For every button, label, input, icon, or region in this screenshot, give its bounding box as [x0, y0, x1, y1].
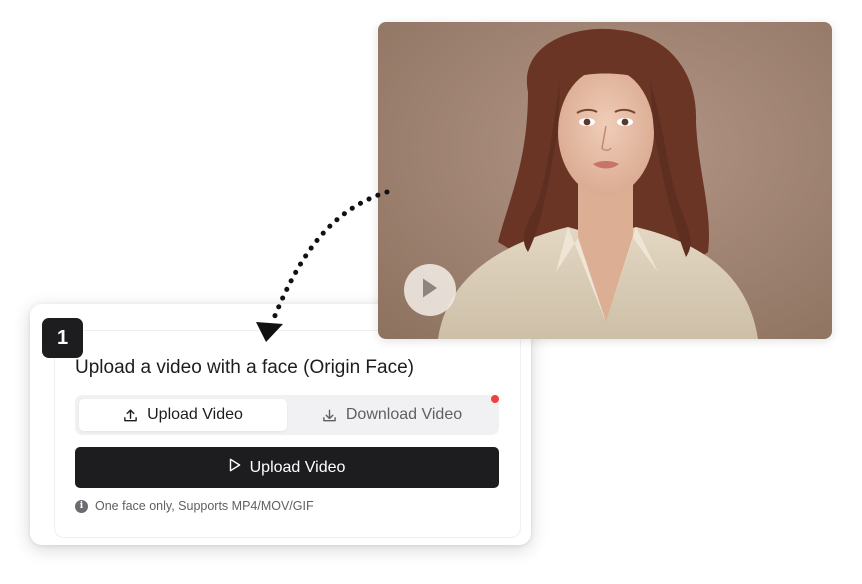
card-title: Upload a video with a face (Origin Face) — [75, 357, 414, 378]
stage: 1 Upload a video with a face (Origin Fac… — [0, 0, 862, 584]
step-badge: 1 — [42, 318, 83, 358]
video-preview[interactable] — [378, 22, 832, 339]
source-tabs: Upload Video Download Video — [75, 395, 499, 435]
play-button[interactable] — [404, 264, 456, 316]
hint-text: One face only, Supports MP4/MOV/GIF — [95, 499, 314, 513]
tab-upload-video[interactable]: Upload Video — [79, 399, 287, 431]
tab-download-video-label: Download Video — [345, 406, 463, 423]
play-icon — [421, 277, 439, 304]
notification-dot — [491, 395, 499, 403]
upload-video-button-label: Upload Video — [249, 458, 346, 476]
step-number: 1 — [56, 326, 69, 349]
info-icon: i — [75, 499, 88, 513]
download-icon — [322, 408, 337, 423]
upload-icon — [123, 408, 138, 423]
tab-download-video[interactable]: Download Video — [289, 399, 495, 431]
upload-video-button[interactable]: Upload Video — [75, 447, 499, 488]
tab-upload-video-label: Upload Video — [147, 406, 243, 423]
play-outline-icon — [229, 458, 241, 477]
hint: i One face only, Supports MP4/MOV/GIF — [75, 499, 314, 513]
